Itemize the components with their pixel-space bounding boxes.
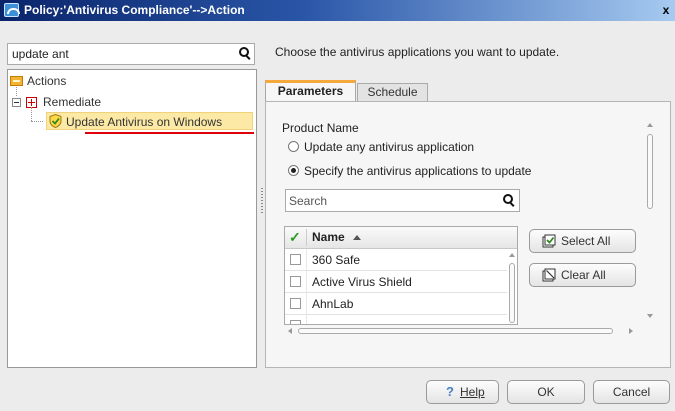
antivirus-app-list[interactable]: ✓ Name 360 Safe Active Virus Shield AhnL… [284, 226, 518, 325]
panel-splitter-handle[interactable] [261, 188, 263, 214]
sort-ascending-icon[interactable] [353, 235, 361, 240]
column-divider [306, 315, 307, 324]
scroll-up-icon[interactable] [647, 123, 653, 127]
window-title-bar[interactable]: Policy:'Antivirus Compliance'-->Action x [0, 0, 675, 21]
shield-check-icon [49, 114, 62, 128]
scroll-thumb[interactable] [298, 328, 613, 334]
tree-item-update-antivirus-label: Update Antivirus on Windows [66, 115, 223, 129]
tree-item-actions[interactable]: Actions [8, 72, 248, 90]
action-search-field[interactable] [7, 43, 255, 65]
tab-parameters[interactable]: Parameters [265, 80, 356, 101]
row-checkbox[interactable] [290, 276, 301, 287]
row-checkbox[interactable] [290, 254, 301, 265]
clear-all-label: Clear All [561, 268, 606, 282]
action-tree[interactable]: Actions Remediate Update Antivirus on Wi… [7, 69, 257, 368]
action-search-input[interactable] [12, 47, 222, 61]
help-label: Help [460, 385, 485, 399]
scroll-thumb[interactable] [647, 134, 653, 209]
row-checkbox[interactable] [290, 298, 301, 309]
clear-all-button[interactable]: Clear All [529, 263, 636, 287]
cancel-button[interactable]: Cancel [593, 380, 670, 404]
annotation-underline [85, 132, 254, 134]
scroll-right-icon[interactable] [629, 328, 633, 334]
tree-item-actions-label: Actions [27, 74, 67, 88]
search-icon[interactable] [239, 47, 251, 59]
scroll-thumb[interactable] [509, 263, 515, 323]
list-vertical-scrollbar[interactable] [508, 249, 517, 324]
tree-connector [31, 107, 33, 121]
list-item[interactable] [285, 315, 507, 324]
column-divider [306, 249, 307, 271]
list-item-label: 360 Safe [312, 253, 361, 267]
checkbox-checked-icon [542, 234, 556, 248]
policy-window-icon [4, 3, 20, 17]
close-icon[interactable]: x [659, 2, 673, 18]
tree-item-remediate-label: Remediate [43, 95, 102, 109]
help-question-icon: ? [446, 384, 454, 399]
window-title: Policy:'Antivirus Compliance'-->Action [24, 3, 245, 17]
product-name-label: Product Name [282, 121, 359, 135]
select-all-button[interactable]: Select All [529, 229, 636, 253]
radio-specify-apps-label: Specify the antivirus applications to up… [304, 164, 532, 178]
column-divider [306, 293, 307, 315]
tree-item-update-antivirus[interactable]: Update Antivirus on Windows [46, 112, 253, 130]
radio-button[interactable] [288, 141, 299, 152]
ok-button[interactable]: OK [507, 380, 585, 404]
search-icon[interactable] [503, 194, 515, 206]
list-item-label: AhnLab [312, 297, 354, 311]
app-search-field[interactable] [285, 189, 520, 212]
tree-item-remediate[interactable]: Remediate [8, 93, 248, 111]
app-search-input[interactable] [289, 194, 489, 208]
actions-folder-icon [10, 76, 23, 86]
list-item[interactable]: 360 Safe [285, 249, 507, 271]
radio-button-selected[interactable] [288, 165, 299, 176]
list-header: ✓ Name [285, 227, 517, 249]
select-column-check-icon[interactable]: ✓ [289, 230, 303, 244]
list-item[interactable]: AhnLab [285, 293, 507, 315]
radio-update-any-label: Update any antivirus application [304, 140, 475, 154]
column-divider [306, 271, 307, 293]
list-item-label: Active Virus Shield [312, 275, 412, 289]
panel-vertical-scrollbar[interactable] [646, 119, 656, 324]
tree-connector [31, 121, 43, 123]
scroll-left-icon[interactable] [288, 328, 292, 334]
panel-horizontal-scrollbar[interactable] [285, 325, 637, 337]
select-all-label: Select All [561, 234, 611, 248]
list-item[interactable]: Active Virus Shield [285, 271, 507, 293]
scroll-up-icon[interactable] [509, 253, 515, 257]
scroll-down-icon[interactable] [647, 314, 653, 318]
instruction-text: Choose the antivirus applications you wa… [275, 45, 560, 59]
checkbox-clear-icon [542, 268, 556, 282]
collapse-icon[interactable] [12, 98, 21, 107]
name-column-header[interactable]: Name [312, 230, 345, 244]
column-divider [306, 229, 307, 246]
help-button[interactable]: ? Help [426, 380, 499, 404]
tab-schedule[interactable]: Schedule [357, 83, 428, 101]
